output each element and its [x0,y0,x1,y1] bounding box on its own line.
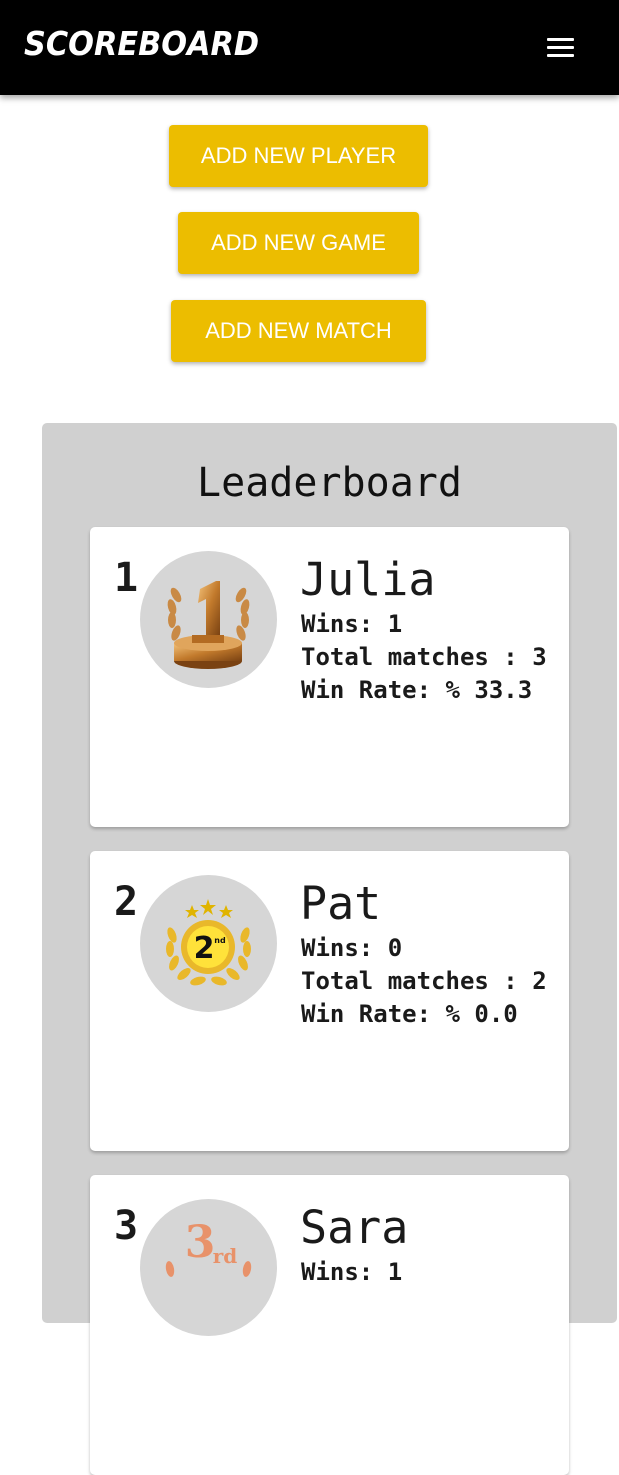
player-rank: 2 [114,879,139,925]
svg-text:3: 3 [185,1217,216,1268]
player-card[interactable]: 3 3 rd Sara Wins: 1 [90,1175,569,1475]
player-name: Sara [300,1201,409,1254]
player-win-rate: Win Rate: % 33.3 [301,676,533,704]
second-place-medal-icon: 2 nd [140,875,277,1012]
leaderboard-title: Leaderboard [197,460,462,506]
player-rank: 1 [114,555,139,601]
first-place-trophy-icon [140,551,277,688]
add-new-player-button[interactable]: ADD NEW PLAYER [169,125,428,187]
player-wins: Wins: 0 [301,934,403,962]
add-new-game-button[interactable]: ADD NEW GAME [178,212,419,274]
player-wins: Wins: 1 [301,610,403,638]
svg-text:2: 2 [194,931,215,966]
player-win-rate: Win Rate: % 0.0 [301,1000,518,1028]
svg-text:nd: nd [214,936,226,945]
player-total-matches: Total matches : 3 [301,643,547,671]
player-name: Julia [300,553,436,606]
player-name: Pat [300,877,382,930]
player-card[interactable]: 1 Julia Wins: 1 Total matches: 3 Win Ra… [90,527,569,827]
app-title[interactable]: SCOREBOARD [24,24,259,63]
player-wins: Wins: 1 [301,1258,403,1286]
hamburger-menu-icon[interactable] [538,30,584,64]
app-bar: SCOREBOARD [0,0,619,95]
player-card[interactable]: 2 2 nd Pat Wins: 0 Total matches: 2 Win… [90,851,569,1151]
add-new-match-button[interactable]: ADD NEW MATCH [171,300,426,362]
player-total-matches: Total matches : 2 [301,967,547,995]
player-rank: 3 [114,1203,139,1249]
svg-text:rd: rd [213,1244,238,1268]
third-place-medal-icon: 3 rd [140,1199,277,1336]
